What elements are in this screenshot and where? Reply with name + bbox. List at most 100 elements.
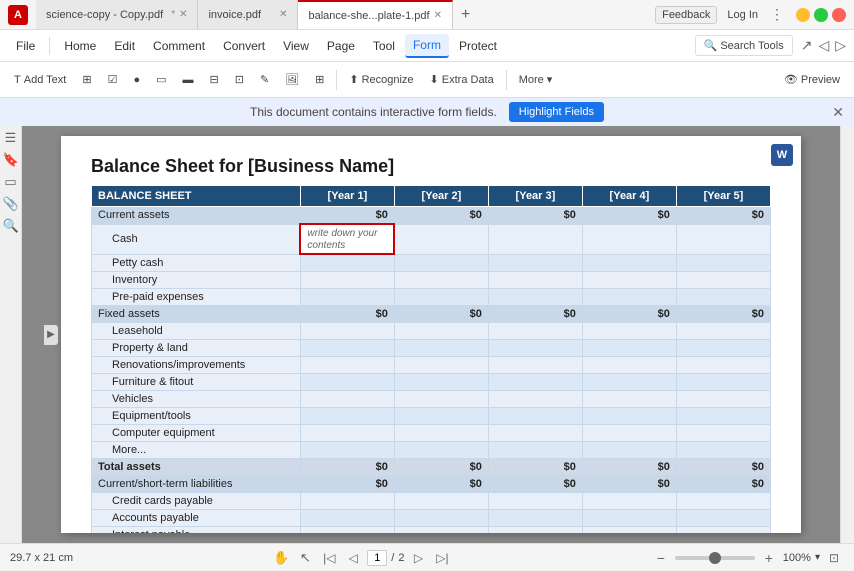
add-text-label: Add Text: [24, 74, 67, 86]
toolbar-icon-2[interactable]: ☑: [102, 69, 124, 90]
total-assets-y4: $0: [582, 458, 676, 475]
menu-page[interactable]: Page: [319, 35, 363, 57]
tab-invoice[interactable]: invoice.pdf ✕: [198, 0, 298, 29]
panel-icon-1[interactable]: ☰: [3, 130, 19, 146]
inventory-y2: [394, 271, 488, 288]
menu-home[interactable]: Home: [56, 35, 104, 57]
add-text-icon: T: [14, 74, 21, 86]
fixed-value-y2: $0: [394, 305, 488, 322]
section-value-y4: $0: [582, 207, 676, 225]
toolbar-icon-10[interactable]: ⊞: [309, 69, 330, 90]
tab-science-copy[interactable]: science-copy - Copy.pdf * ✕: [36, 0, 198, 29]
search-tools-button[interactable]: 🔍 Search Tools: [695, 35, 793, 56]
zoom-value-display: 100%: [783, 552, 811, 564]
highlight-fields-button[interactable]: Highlight Fields: [509, 102, 604, 122]
row-label-furniture: Furniture & fitout: [92, 373, 301, 390]
section-value-y2: $0: [394, 207, 488, 225]
recognize-button[interactable]: ⬆ Recognize: [343, 69, 419, 90]
panel-icon-3[interactable]: ▭: [3, 174, 19, 190]
close-button[interactable]: [832, 8, 846, 22]
extra-data-button[interactable]: ⬇ Extra Data: [424, 69, 500, 90]
tab-balance-sheet[interactable]: balance-she...plate-1.pdf ✕: [298, 0, 452, 29]
row-label-leasehold: Leasehold: [92, 322, 301, 339]
toolbar-icon-6[interactable]: ⊟: [204, 69, 225, 90]
toolbar-icon-8[interactable]: ✎: [254, 69, 275, 90]
menu-tool[interactable]: Tool: [365, 35, 403, 57]
table-row-accounts-payable: Accounts payable: [92, 509, 771, 526]
preview-button[interactable]: 👁 Preview: [778, 69, 846, 90]
row-total-assets: Total assets $0 $0 $0 $0 $0: [92, 458, 771, 475]
section-label-fixed: Fixed assets: [92, 305, 301, 322]
toolbar-icon-3[interactable]: ●: [127, 70, 146, 90]
nav-forward-icon[interactable]: ▷: [835, 37, 846, 54]
next-page-button[interactable]: ▷: [408, 548, 428, 568]
prev-page-button[interactable]: ◁: [343, 548, 363, 568]
word-icon[interactable]: W: [771, 144, 793, 166]
nav-back-icon[interactable]: ◁: [818, 37, 829, 54]
panel-icon-5[interactable]: 🔍: [3, 218, 19, 234]
menu-view[interactable]: View: [275, 35, 317, 57]
page-number-input[interactable]: [367, 550, 387, 566]
zoom-slider[interactable]: [675, 556, 755, 560]
lease-y1: [300, 322, 394, 339]
login-button[interactable]: Log In: [727, 9, 758, 21]
toolbar-sep-1: [336, 70, 337, 90]
zoom-thumb[interactable]: [709, 552, 721, 564]
row-label-cash: Cash: [92, 224, 301, 254]
more-button[interactable]: More ▾: [513, 69, 559, 90]
maximize-button[interactable]: [814, 8, 828, 22]
more-options-icon[interactable]: ⋮: [766, 6, 788, 23]
row-label-computer: Computer equipment: [92, 424, 301, 441]
cash-input-y1[interactable]: write down your contents: [300, 224, 394, 254]
zoom-controls: − + 100% ▾ ⊡: [651, 548, 844, 568]
last-page-button[interactable]: ▷|: [432, 548, 452, 568]
notification-close-button[interactable]: ✕: [832, 104, 844, 121]
fit-page-button[interactable]: ⊡: [824, 548, 844, 568]
toolbar-icon-7[interactable]: ⊡: [229, 69, 250, 90]
checkbox-icon: ☑: [108, 73, 118, 86]
menu-bar: File Home Edit Comment Convert View Page…: [0, 30, 854, 62]
toolbar-icon-4[interactable]: ▭: [150, 69, 172, 90]
add-text-button[interactable]: T Add Text: [8, 70, 72, 90]
toolbar-icon-5[interactable]: ▬: [177, 70, 200, 90]
menu-file[interactable]: File: [8, 35, 43, 57]
menu-edit[interactable]: Edit: [106, 35, 143, 57]
minimize-button[interactable]: [796, 8, 810, 22]
first-page-button[interactable]: |◁: [319, 548, 339, 568]
open-external-icon[interactable]: ↗: [801, 37, 813, 54]
tab-close[interactable]: ✕: [434, 10, 442, 21]
toolbar-icon-9[interactable]: 🖼: [279, 69, 305, 90]
hand-tool-icon[interactable]: ✋: [271, 548, 291, 568]
chevron-down-icon[interactable]: ▾: [815, 552, 820, 563]
table-row-leasehold: Leasehold: [92, 322, 771, 339]
menu-protect[interactable]: Protect: [451, 35, 505, 57]
search-tools-area: 🔍 Search Tools: [695, 35, 793, 56]
search-icon: 🔍: [704, 39, 718, 52]
tab-close[interactable]: ✕: [179, 9, 187, 20]
feedback-button[interactable]: Feedback: [655, 6, 717, 24]
toolbar-sep-2: [506, 70, 507, 90]
currliab-y1: $0: [300, 475, 394, 492]
menu-convert[interactable]: Convert: [215, 35, 273, 57]
zoom-in-button[interactable]: +: [759, 548, 779, 568]
menu-comment[interactable]: Comment: [145, 35, 213, 57]
currliab-y3: $0: [488, 475, 582, 492]
zoom-out-button[interactable]: −: [651, 548, 671, 568]
add-tab-button[interactable]: +: [453, 6, 478, 24]
search-tools-label: Search Tools: [720, 40, 783, 52]
table-row-furniture: Furniture & fitout: [92, 373, 771, 390]
tab-close[interactable]: ✕: [279, 9, 287, 20]
tab-label: science-copy - Copy.pdf: [46, 9, 163, 21]
select-tool-icon[interactable]: ↖: [295, 548, 315, 568]
menu-form[interactable]: Form: [405, 34, 449, 58]
field2-icon: ⊟: [210, 73, 219, 86]
panel-icon-4[interactable]: 📎: [3, 196, 19, 212]
prepaid-y4: [582, 288, 676, 305]
panel-icon-2[interactable]: 🔖: [3, 152, 19, 168]
more-label: More: [519, 74, 544, 86]
total-assets-y3: $0: [488, 458, 582, 475]
toolbar-icon-1[interactable]: ⊞: [76, 69, 97, 90]
section-value-y3: $0: [488, 207, 582, 225]
navigation-controls: ✋ ↖ |◁ ◁ / 2 ▷ ▷|: [271, 548, 452, 568]
collapse-panel-arrow[interactable]: ▶: [44, 325, 58, 345]
